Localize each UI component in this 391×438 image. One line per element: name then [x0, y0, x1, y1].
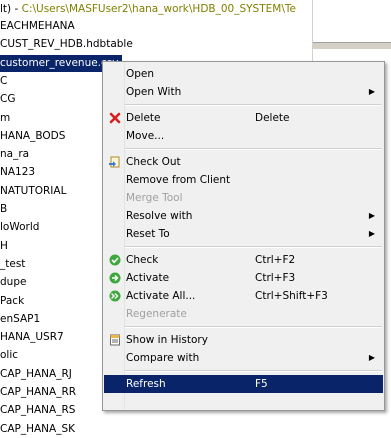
tree-item[interactable]: EACHMEHANA [0, 18, 75, 35]
menu-item-delete[interactable]: Delete Delete [104, 109, 383, 127]
menu-item-shortcut: Delete [255, 112, 290, 124]
menu-item-label: Open With [126, 86, 182, 98]
tree-item[interactable]: olic [0, 347, 18, 364]
checkout-icon [109, 156, 121, 168]
menu-item-move[interactable]: Move... [104, 127, 383, 145]
tree-item[interactable]: CAP_HANA_SK [0, 421, 75, 438]
menu-item-remove-from-client[interactable]: Remove from Client [104, 171, 383, 189]
tree-item[interactable]: HANA_USR7 [0, 329, 64, 346]
menu-item-merge-tool: Merge Tool [104, 189, 383, 207]
menu-item-shortcut: Ctrl+Shift+F3 [255, 290, 328, 302]
menu-item-label: Show in History [126, 334, 208, 346]
tree-item[interactable]: loWorld [0, 219, 39, 236]
menu-item-resolve-with[interactable]: Resolve with ▶ [104, 207, 383, 225]
context-menu: Open Open With ▶ Delete Delete Move... Check O… [102, 61, 385, 411]
delete-icon [109, 112, 121, 124]
menu-separator [125, 104, 382, 106]
tree-item[interactable]: HANA_BODS [0, 128, 65, 145]
menu-separator [125, 246, 382, 248]
menu-item-activate[interactable]: Activate Ctrl+F3 [104, 269, 383, 287]
activate-icon [109, 272, 121, 284]
menu-item-label: Check [126, 254, 159, 266]
menu-item-regenerate: Regenerate [104, 305, 383, 323]
menu-item-label: Regenerate [126, 308, 187, 320]
tree-item[interactable]: CG [0, 91, 15, 108]
pane-splitter[interactable] [313, 42, 391, 49]
submenu-arrow-icon: ▶ [368, 229, 375, 238]
menu-item-show-in-history[interactable]: Show in History [104, 331, 383, 349]
tree-item[interactable]: _test [0, 256, 25, 273]
menu-item-check[interactable]: Check Ctrl+F2 [104, 251, 383, 269]
submenu-arrow-icon: ▶ [368, 87, 375, 96]
menu-item-open[interactable]: Open [104, 65, 383, 83]
tree-item[interactable]: m [0, 110, 10, 127]
tree-item[interactable]: CUST_REV_HDB.hdbtable [0, 36, 133, 53]
tree-item[interactable]: CAP_HANA_RJ [0, 366, 72, 383]
tree-item[interactable]: na_ra [0, 146, 29, 163]
menu-separator [125, 326, 382, 328]
menu-item-label: Check Out [126, 156, 181, 168]
menu-item-label: Move... [126, 130, 165, 142]
menu-item-shortcut: Ctrl+F3 [255, 272, 296, 284]
menu-item-shortcut: F5 [255, 378, 268, 390]
refresh-icon [109, 378, 121, 390]
history-icon [109, 334, 121, 346]
menu-item-activate-all[interactable]: Activate All... Ctrl+Shift+F3 [104, 287, 383, 305]
menu-item-refresh[interactable]: Refresh F5 [104, 375, 383, 393]
tree-item[interactable]: B [0, 201, 7, 218]
menu-item-label: Delete [126, 112, 161, 124]
menu-item-reset-to[interactable]: Reset To ▶ [104, 225, 383, 243]
submenu-arrow-icon: ▶ [368, 211, 375, 220]
menu-item-compare-with[interactable]: Compare with ▶ [104, 349, 383, 367]
menu-item-label: Refresh [126, 378, 166, 390]
path-prefix: lt) - [0, 3, 22, 15]
tree-item[interactable]: H [0, 238, 8, 255]
submenu-arrow-icon: ▶ [368, 353, 375, 362]
tree-item[interactable]: CAP_HANA_RR [0, 384, 76, 401]
menu-item-label: Merge Tool [126, 192, 183, 204]
menu-item-label: Resolve with [126, 210, 193, 222]
activate-all-icon [109, 290, 121, 302]
menu-item-label: Activate [126, 272, 170, 284]
menu-item-check-out[interactable]: Check Out [104, 153, 383, 171]
tree-item[interactable]: dupe [0, 274, 26, 291]
check-icon [109, 254, 121, 266]
tree-item[interactable]: Pack [0, 293, 24, 310]
tree-item[interactable]: C [0, 73, 7, 90]
tree-item[interactable]: NA123 [0, 164, 35, 181]
menu-item-label: Reset To [126, 228, 170, 240]
tree-item[interactable]: enSAP1 [0, 311, 40, 328]
path-bar: lt) - C:\Users\MASFUser2\hana_work\HDB_0… [0, 3, 296, 15]
menu-item-shortcut: Ctrl+F2 [255, 254, 296, 266]
path-value: C:\Users\MASFUser2\hana_work\HDB_00_SYST… [21, 3, 296, 15]
menu-item-label: Activate All... [126, 290, 196, 302]
menu-separator [125, 370, 382, 372]
tree-item[interactable]: NATUTORIAL [0, 183, 66, 200]
menu-item-open-with[interactable]: Open With ▶ [104, 83, 383, 101]
menu-item-label: Remove from Client [126, 174, 231, 186]
menu-item-label: Open [126, 68, 155, 80]
menu-item-label: Compare with [126, 352, 200, 364]
menu-separator [125, 148, 382, 150]
